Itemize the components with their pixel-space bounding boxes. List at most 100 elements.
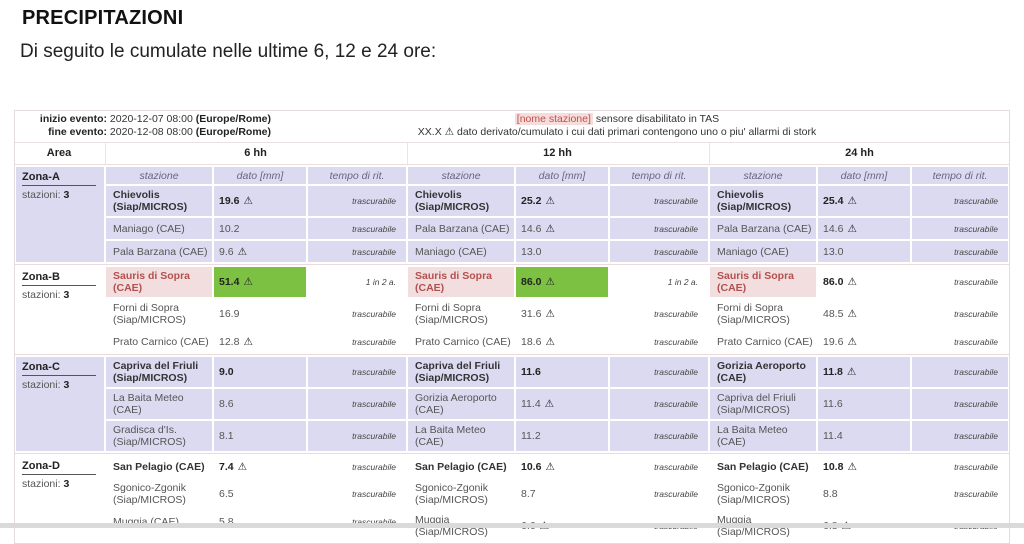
station-value-cell: 8.1 — [214, 421, 306, 451]
warning-icon: ⚠ — [847, 336, 856, 348]
warning-icon: ⚠ — [243, 336, 252, 348]
station-value-cell: 25.2⚠ — [516, 186, 608, 216]
zone-area-cell: Zona-Cstazioni: 3 — [16, 357, 104, 451]
table-meta-band: inizio evento: 2020-12-07 08:00 (Europe/… — [15, 111, 1009, 143]
station-row: Pala Barzana (CAE)14.6⚠trascurabile — [408, 218, 708, 239]
station-value-cell: 14.6 ⚠ — [818, 218, 910, 239]
station-value-cell: 8.8 — [818, 479, 910, 509]
return-time: trascurabile — [610, 479, 708, 509]
station-value: 11.4 — [521, 398, 541, 410]
station-name-badge: [nome stazione] — [515, 113, 593, 125]
station-row: Sauris di Sopra (CAE)51.4⚠1 in 2 a. — [106, 267, 406, 297]
station-value: 51.4 — [219, 276, 239, 288]
station-value: 10.8 — [823, 461, 843, 473]
page-subtitle: Di seguito le cumulate nelle ultime 6, 1… — [20, 41, 1024, 63]
station-value: 9.6 — [219, 246, 234, 258]
station-value-cell: 8.7 — [516, 479, 608, 509]
station-name: Sgonico-Zgonik (Siap/MICROS) — [408, 479, 514, 509]
period-header-6hh: 6 hh — [105, 143, 405, 164]
return-time: trascurabile — [308, 479, 406, 509]
return-time: 1 in 2 a. — [610, 267, 708, 297]
station-value: 11.4 — [823, 430, 843, 442]
station-value-cell: 16.9 — [214, 299, 306, 329]
station-value-cell: 19.6⚠ — [214, 186, 306, 216]
station-row: Chievolis (Siap/MICROS)25.2⚠trascurabile — [408, 186, 708, 216]
station-row: San Pelagio (CAE)10.6⚠trascurabile — [408, 456, 708, 477]
station-row: Prato Carnico (CAE)18.6⚠trascurabile — [408, 331, 708, 352]
station-row: Prato Carnico (CAE)12.8⚠trascurabile — [106, 331, 406, 352]
return-time: trascurabile — [308, 456, 406, 477]
station-row: Sauris di Sopra (CAE)86.0⚠trascurabile — [710, 267, 1008, 297]
zone-station-count: stazioni: 3 — [22, 289, 98, 301]
legend-disabled-text: sensore disabilitato in TAS — [596, 113, 719, 125]
zone-name: Zona-C — [22, 361, 96, 376]
return-time: trascurabile — [610, 241, 708, 262]
warning-icon: ⚠ — [847, 223, 856, 235]
stazioni-value: 3 — [63, 379, 69, 391]
station-row: Capriva del Friuli (Siap/MICROS)11.6tras… — [710, 389, 1008, 419]
warning-icon: ⚠ — [243, 276, 252, 288]
station-value: 14.6 — [823, 223, 843, 235]
station-name: San Pelagio (CAE) — [106, 456, 212, 477]
station-value: 12.8 — [219, 336, 239, 348]
station-row: Muggia (CAE)5.8trascurabile — [106, 511, 406, 532]
table-legend: [nome stazione] sensore disabilitato in … — [407, 113, 827, 139]
zone-row-zona-c: Zona-Cstazioni: 3 Capriva del Friuli (Sia… — [15, 354, 1009, 453]
legend-derived-text: dato derivato/cumulato i cui dati primar… — [457, 126, 816, 138]
station-value: 86.0 — [521, 276, 541, 288]
station-value: 8.8 — [823, 488, 838, 500]
event-start-timezone: (Europe/Rome) — [196, 113, 271, 125]
legend-value-placeholder: XX.X — [418, 126, 442, 138]
return-time: trascurabile — [308, 241, 406, 262]
return-time: trascurabile — [912, 267, 1008, 297]
station-value: 11.6 — [823, 398, 843, 410]
period-section-1: San Pelagio (CAE)10.6⚠trascurabileSgonic… — [408, 456, 708, 541]
zone-station-count: stazioni: 3 — [22, 189, 98, 201]
station-row: Maniago (CAE)13.0trascurabile — [408, 241, 708, 262]
page-title: PRECIPITAZIONI — [22, 7, 1024, 30]
subheader-dato: dato [mm] — [516, 167, 608, 184]
return-time: trascurabile — [912, 241, 1008, 262]
warning-icon: ⚠ — [238, 461, 247, 473]
event-start-value: 2020-12-07 08:00 — [110, 113, 193, 125]
station-name: San Pelagio (CAE) — [710, 456, 816, 477]
zones-container: Zona-Astazioni: 3 stazionedato [mm]tempo … — [15, 165, 1009, 543]
warning-icon: ⚠ — [445, 126, 454, 138]
station-row: La Baita Meteo (CAE)11.2trascurabile — [408, 421, 708, 451]
station-value: 13.0 — [823, 246, 843, 258]
return-time: trascurabile — [610, 357, 708, 387]
station-name: Forni di Sopra (Siap/MICROS) — [106, 299, 212, 329]
station-row: Forni di Sopra (Siap/MICROS)48.5⚠trascur… — [710, 299, 1008, 329]
station-row: La Baita Meteo (CAE)8.6trascurabile — [106, 389, 406, 419]
station-name: Pala Barzana (CAE) — [106, 241, 212, 262]
station-name: Capriva del Friuli (Siap/MICROS) — [408, 357, 514, 387]
station-name: La Baita Meteo (CAE) — [106, 389, 212, 419]
warning-icon: ⚠ — [847, 366, 856, 378]
station-value-cell: 10.6⚠ — [516, 456, 608, 477]
period-section-1: stazionedato [mm]tempo di rit. Chievolis … — [408, 167, 708, 262]
return-time: trascurabile — [308, 331, 406, 352]
zone-area-cell: Zona-Astazioni: 3 — [16, 167, 104, 262]
station-value: 19.6 — [823, 336, 843, 348]
station-value: 18.6 — [521, 336, 541, 348]
event-end-value: 2020-12-08 08:00 — [110, 126, 193, 138]
return-time: trascurabile — [912, 479, 1008, 509]
station-value: 11.6 — [521, 366, 541, 378]
section-subheader-row: stazionedato [mm]tempo di rit. — [408, 167, 708, 184]
station-value-cell: 12.8 ⚠ — [214, 331, 306, 352]
warning-icon: ⚠ — [847, 195, 856, 207]
return-time: trascurabile — [610, 331, 708, 352]
station-row: Chievolis (Siap/MICROS)19.6⚠trascurabile — [106, 186, 406, 216]
subheader-tempo: tempo di rit. — [308, 167, 406, 184]
station-value-cell: 86.0⚠ — [818, 267, 910, 297]
station-name: Gorizia Aeroporto (CAE) — [710, 357, 816, 387]
return-time: trascurabile — [912, 389, 1008, 419]
return-time: trascurabile — [308, 511, 406, 532]
station-value-cell: 19.6 ⚠ — [818, 331, 910, 352]
station-value: 11.8 — [823, 366, 843, 378]
station-value-cell: 11.2 — [516, 421, 608, 451]
return-time: trascurabile — [610, 186, 708, 216]
station-name: Gorizia Aeroporto (CAE) — [408, 389, 514, 419]
warning-icon: ⚠ — [243, 195, 252, 207]
return-time: trascurabile — [308, 299, 406, 329]
